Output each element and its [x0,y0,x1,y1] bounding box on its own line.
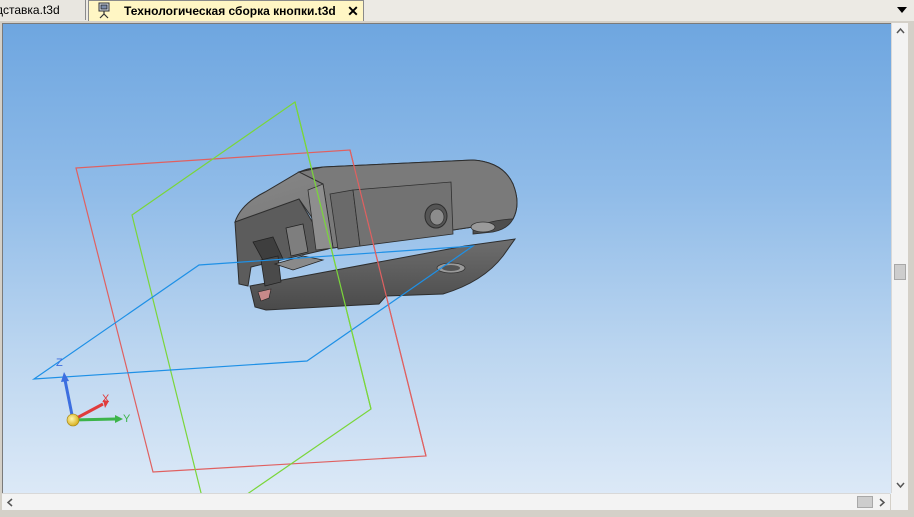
arrow-left-icon[interactable] [2,494,19,511]
axis-label-y: Y [123,413,131,425]
close-tab-button[interactable]: ✕ [346,1,360,21]
arrow-right-icon[interactable] [873,494,890,511]
chevron-down-icon[interactable] [896,4,908,16]
tab-label: дставка.t3d [0,3,60,17]
arrow-down-icon[interactable] [892,476,909,493]
coordinate-triad [61,372,123,427]
3d-viewport[interactable]: Z X Y [2,23,891,494]
vertical-scrollbar[interactable] [891,23,909,493]
axis-label-x: X [102,393,110,405]
horizontal-scrollbar[interactable] [2,493,890,511]
vertical-scroll-thumb[interactable] [894,264,906,280]
viewport-frame: Z X Y [0,21,914,517]
window-edge-bottom [0,510,914,517]
plane-zy-edge [294,101,372,410]
scrollbar-corner [891,493,908,510]
axis-label-z: Z [56,357,63,369]
button-assembly-model[interactable] [234,159,518,311]
tab-document-stand[interactable]: дставка.t3d [0,0,86,20]
tab-document-button-assembly[interactable]: Технологическая сборка кнопки.t3d ✕ [88,0,364,21]
assembly-document-icon [98,2,110,19]
tab-label: Технологическая сборка кнопки.t3d [124,4,336,18]
scene: Z X Y [31,101,518,494]
window-edge-right [908,21,914,517]
horizontal-scroll-thumb[interactable] [857,496,873,508]
document-tab-bar: дставка.t3d Технологическая сборка кнопк… [0,0,914,22]
arrow-up-icon[interactable] [892,23,909,40]
